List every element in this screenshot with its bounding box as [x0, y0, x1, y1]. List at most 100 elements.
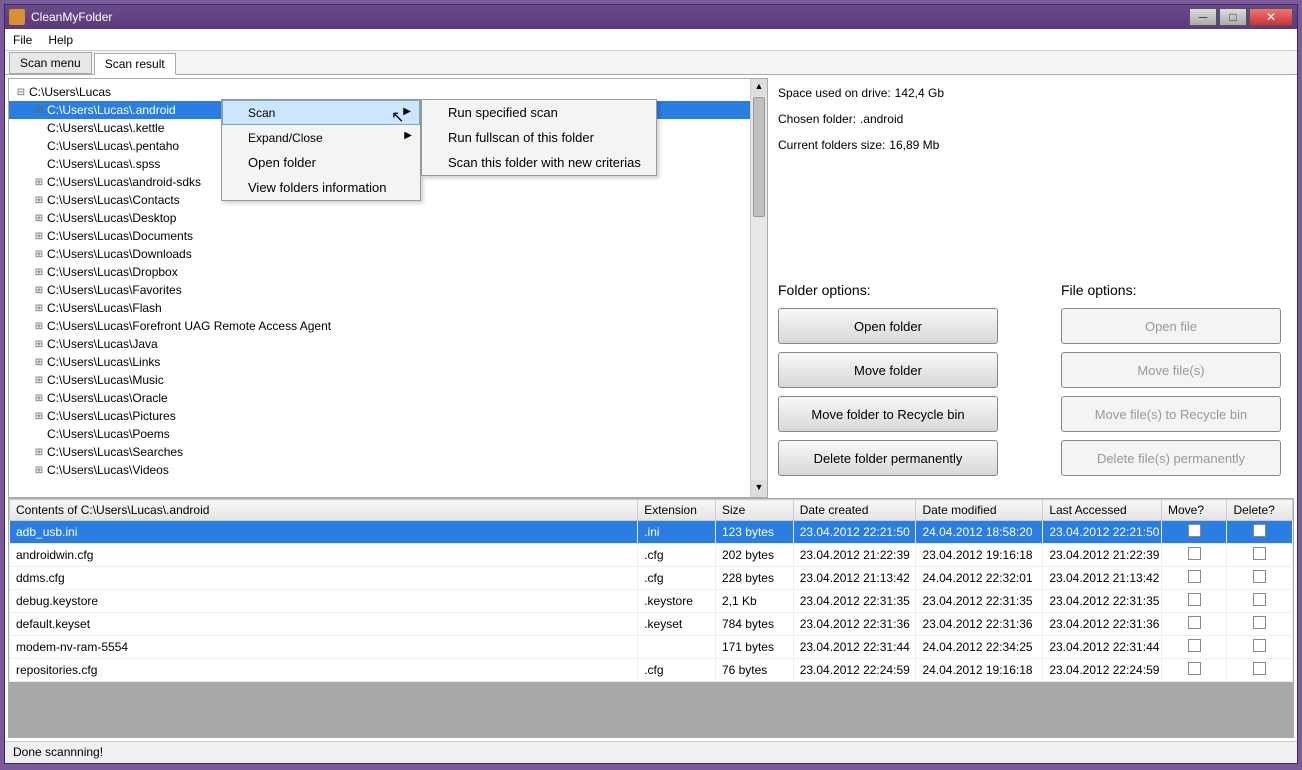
ctx-scan[interactable]: Scan▶	[222, 100, 420, 125]
col-delete[interactable]: Delete?	[1227, 500, 1293, 521]
tree-item[interactable]: ⊞C:\Users\Lucas\Pictures	[9, 407, 767, 425]
delete-files-button[interactable]: Delete file(s) permanently	[1061, 440, 1281, 476]
open-folder-button[interactable]: Open folder	[778, 308, 998, 344]
expand-icon[interactable]: ⊞	[33, 285, 45, 296]
checkbox-icon[interactable]	[1253, 570, 1266, 583]
tree-scrollbar[interactable]: ▲ ▼	[750, 79, 767, 497]
cell-move[interactable]	[1161, 659, 1226, 682]
cell-delete[interactable]	[1227, 590, 1293, 613]
tree-item[interactable]: ⊞C:\Users\Lucas\Oracle	[9, 389, 767, 407]
maximize-button[interactable]: □	[1219, 8, 1247, 26]
col-size[interactable]: Size	[715, 500, 793, 521]
move-files-button[interactable]: Move file(s)	[1061, 352, 1281, 388]
tree-item[interactable]: ⊞C:\Users\Lucas\Forefront UAG Remote Acc…	[9, 317, 767, 335]
table-row[interactable]: default.keyset.keyset784 bytes23.04.2012…	[10, 613, 1293, 636]
checkbox-icon[interactable]	[1253, 616, 1266, 629]
col-created[interactable]: Date created	[793, 500, 916, 521]
tree-item[interactable]: ⊞C:\Users\Lucas\Desktop	[9, 209, 767, 227]
checkbox-icon[interactable]	[1188, 593, 1201, 606]
expand-icon[interactable]: ⊞	[33, 393, 45, 404]
cell-delete[interactable]	[1227, 659, 1293, 682]
checkbox-icon[interactable]	[1253, 593, 1266, 606]
checkbox-icon[interactable]	[1188, 547, 1201, 560]
col-modified[interactable]: Date modified	[916, 500, 1043, 521]
expand-icon[interactable]: ⊞	[33, 105, 45, 116]
cell-delete[interactable]	[1227, 613, 1293, 636]
tree-item[interactable]: ⊞C:\Users\Lucas\Searches	[9, 443, 767, 461]
cell-move[interactable]	[1161, 590, 1226, 613]
menu-file[interactable]: File	[13, 33, 32, 47]
scroll-thumb[interactable]	[753, 97, 765, 217]
expand-icon[interactable]: ⊞	[33, 339, 45, 350]
close-button[interactable]: ✕	[1249, 8, 1293, 26]
tree-item[interactable]: ⊞C:\Users\Lucas\Favorites	[9, 281, 767, 299]
minimize-button[interactable]: ─	[1189, 8, 1217, 26]
tree-item[interactable]: ⊞C:\Users\Lucas\Dropbox	[9, 263, 767, 281]
checkbox-icon[interactable]	[1253, 662, 1266, 675]
cell-move[interactable]	[1161, 567, 1226, 590]
col-move[interactable]: Move?	[1161, 500, 1226, 521]
file-table[interactable]: Contents of C:\Users\Lucas\.android Exte…	[9, 499, 1293, 682]
expand-icon[interactable]	[33, 429, 45, 440]
expand-icon[interactable]	[33, 123, 45, 134]
ctx-run-fullscan[interactable]: Run fullscan of this folder	[422, 125, 656, 150]
recycle-files-button[interactable]: Move file(s) to Recycle bin	[1061, 396, 1281, 432]
tab-scan-result[interactable]: Scan result	[94, 53, 176, 75]
col-contents[interactable]: Contents of C:\Users\Lucas\.android	[10, 500, 638, 521]
expand-icon[interactable]: ⊞	[33, 357, 45, 368]
expand-icon[interactable]: ⊞	[33, 177, 45, 188]
table-row[interactable]: modem-nv-ram-5554171 bytes23.04.2012 22:…	[10, 636, 1293, 659]
expand-icon[interactable]: ⊞	[33, 447, 45, 458]
context-menu-scan-sub[interactable]: Run specified scan Run fullscan of this …	[421, 99, 657, 176]
ctx-scan-new-criteria[interactable]: Scan this folder with new criterias	[422, 150, 656, 175]
tree-item[interactable]: ⊞C:\Users\Lucas\Music	[9, 371, 767, 389]
table-row[interactable]: adb_usb.ini.ini123 bytes23.04.2012 22:21…	[10, 521, 1293, 544]
expand-icon[interactable]: ⊞	[33, 195, 45, 206]
delete-folder-button[interactable]: Delete folder permanently	[778, 440, 998, 476]
expand-icon[interactable]	[33, 141, 45, 152]
scroll-up-icon[interactable]: ▲	[751, 79, 767, 96]
expand-icon[interactable]: ⊞	[33, 267, 45, 278]
checkbox-icon[interactable]	[1188, 639, 1201, 652]
checkbox-icon[interactable]	[1253, 639, 1266, 652]
tree-item[interactable]: ⊞C:\Users\Lucas\Java	[9, 335, 767, 353]
collapse-icon[interactable]: ⊟	[15, 87, 27, 98]
expand-icon[interactable]: ⊞	[33, 231, 45, 242]
cell-move[interactable]	[1161, 521, 1226, 544]
checkbox-icon[interactable]	[1253, 547, 1266, 560]
cell-move[interactable]	[1161, 636, 1226, 659]
expand-icon[interactable]: ⊞	[33, 411, 45, 422]
cell-move[interactable]	[1161, 544, 1226, 567]
menu-help[interactable]: Help	[48, 33, 73, 47]
scroll-down-icon[interactable]: ▼	[751, 480, 767, 497]
cell-delete[interactable]	[1227, 544, 1293, 567]
tree-item[interactable]: ⊞C:\Users\Lucas\Downloads	[9, 245, 767, 263]
ctx-run-specified[interactable]: Run specified scan	[422, 100, 656, 125]
ctx-open-folder[interactable]: Open folder	[222, 150, 420, 175]
recycle-folder-button[interactable]: Move folder to Recycle bin	[778, 396, 998, 432]
cell-delete[interactable]	[1227, 521, 1293, 544]
table-row[interactable]: repositories.cfg.cfg76 bytes23.04.2012 2…	[10, 659, 1293, 682]
checkbox-icon[interactable]	[1253, 524, 1266, 537]
expand-icon[interactable]: ⊞	[33, 465, 45, 476]
tree-item[interactable]: ⊞C:\Users\Lucas\Flash	[9, 299, 767, 317]
table-row[interactable]: ddms.cfg.cfg228 bytes23.04.2012 21:13:42…	[10, 567, 1293, 590]
col-extension[interactable]: Extension	[638, 500, 716, 521]
expand-icon[interactable]: ⊞	[33, 249, 45, 260]
tree-item[interactable]: ⊞C:\Users\Lucas\Documents	[9, 227, 767, 245]
move-folder-button[interactable]: Move folder	[778, 352, 998, 388]
table-row[interactable]: androidwin.cfg.cfg202 bytes23.04.2012 21…	[10, 544, 1293, 567]
context-menu-main[interactable]: Scan▶ Expand/Close▶ Open folder View fol…	[221, 99, 421, 201]
open-file-button[interactable]: Open file	[1061, 308, 1281, 344]
checkbox-icon[interactable]	[1188, 524, 1201, 537]
cell-move[interactable]	[1161, 613, 1226, 636]
checkbox-icon[interactable]	[1188, 662, 1201, 675]
expand-icon[interactable]	[33, 159, 45, 170]
tree-item[interactable]: ⊞C:\Users\Lucas\Links	[9, 353, 767, 371]
tree-item[interactable]: C:\Users\Lucas\Poems	[9, 425, 767, 443]
checkbox-icon[interactable]	[1188, 616, 1201, 629]
ctx-view-info[interactable]: View folders information	[222, 175, 420, 200]
expand-icon[interactable]: ⊞	[33, 303, 45, 314]
cell-delete[interactable]	[1227, 567, 1293, 590]
titlebar[interactable]: CleanMyFolder ─ □ ✕	[5, 5, 1297, 29]
